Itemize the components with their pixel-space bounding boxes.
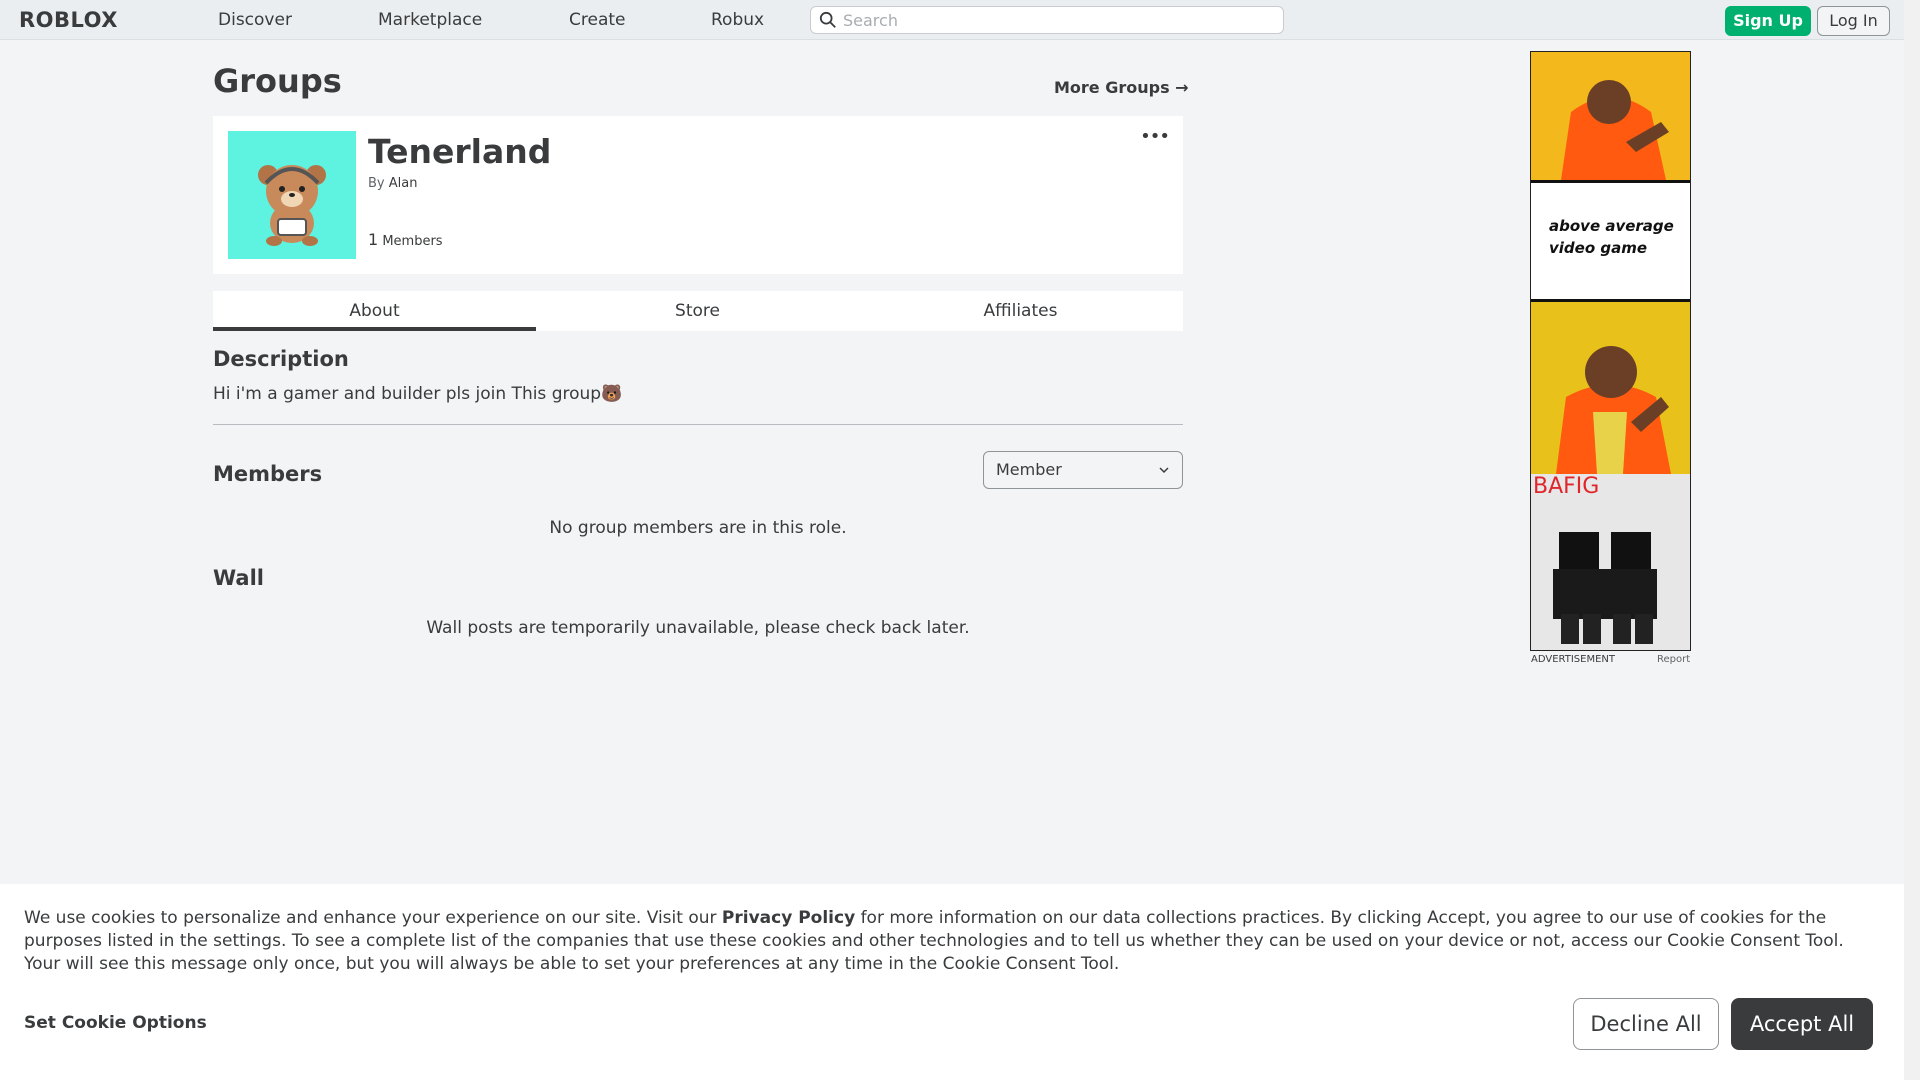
- ad-panel-text-1: above average video game: [1531, 180, 1690, 302]
- chevron-down-icon: [1159, 467, 1169, 474]
- report-ad-link[interactable]: Report: [1657, 654, 1690, 665]
- role-dropdown[interactable]: Member: [983, 451, 1183, 489]
- group-name: Tenerland: [368, 132, 552, 171]
- tab-store[interactable]: Store: [536, 291, 859, 331]
- section-divider: [213, 424, 1183, 425]
- no-members-message: No group members are in this role.: [549, 518, 847, 538]
- more-options-icon[interactable]: •••: [1140, 126, 1170, 147]
- search-icon: [819, 11, 836, 28]
- person-disapproving-image: [1531, 52, 1690, 180]
- cookie-message: We use cookies to personalize and enhanc…: [24, 907, 1884, 976]
- search-box[interactable]: [810, 6, 1284, 34]
- advertisement-label: ADVERTISEMENT: [1531, 654, 1616, 665]
- accept-all-button[interactable]: Accept All: [1731, 998, 1873, 1050]
- top-navigation-bar: ROBLOX Discover Marketplace Create Robux…: [0, 0, 1904, 40]
- tab-affiliates[interactable]: Affiliates: [859, 291, 1182, 331]
- person-approving-image: [1531, 302, 1690, 474]
- ad-panel-reject: [1531, 52, 1690, 180]
- avatars-image: [1553, 532, 1657, 644]
- group-emblem: [228, 131, 356, 259]
- ad-panel-approve: [1531, 302, 1690, 474]
- roblox-logo[interactable]: ROBLOX: [19, 8, 118, 32]
- ad-text: above average video game: [1549, 217, 1674, 257]
- bear-icon: [258, 165, 326, 246]
- advertisement-banner[interactable]: above average video game BAFIG: [1530, 51, 1691, 651]
- nav-link-create[interactable]: Create: [569, 10, 626, 30]
- cookie-text-start: We use cookies to personalize and enhanc…: [24, 908, 722, 928]
- ad-bafig-text: BAFIG: [1533, 474, 1600, 499]
- member-count-label: Members: [382, 234, 443, 249]
- page-title: Groups: [213, 62, 342, 100]
- nav-link-robux[interactable]: Robux: [711, 10, 764, 30]
- group-owner-line: By Alan: [368, 176, 417, 191]
- description-heading: Description: [213, 347, 349, 371]
- tab-about[interactable]: About: [213, 291, 536, 331]
- owner-link[interactable]: Alan: [389, 176, 418, 191]
- privacy-policy-link[interactable]: Privacy Policy: [722, 908, 855, 928]
- members-heading: Members: [213, 462, 323, 486]
- wall-unavailable-message: Wall posts are temporarily unavailable, …: [426, 618, 970, 638]
- page-scrollbar[interactable]: [1904, 0, 1920, 1080]
- more-groups-link[interactable]: More Groups →: [1054, 78, 1189, 97]
- group-description: Hi i'm a gamer and builder pls join This…: [213, 384, 623, 404]
- wall-heading: Wall: [213, 566, 264, 590]
- role-selected-value: Member: [996, 460, 1062, 479]
- set-cookie-options-link[interactable]: Set Cookie Options: [24, 1013, 207, 1033]
- log-in-button[interactable]: Log In: [1817, 6, 1890, 36]
- search-input[interactable]: [843, 9, 1273, 31]
- nav-link-marketplace[interactable]: Marketplace: [378, 10, 482, 30]
- ad-panel-game: BAFIG: [1531, 474, 1690, 650]
- by-label: By: [368, 176, 385, 191]
- member-count: 1 Members: [368, 230, 443, 249]
- member-count-number: 1: [368, 230, 379, 249]
- group-tabs: About Store Affiliates: [213, 291, 1183, 331]
- group-header-card: Tenerland By Alan 1 Members •••: [213, 116, 1183, 274]
- decline-all-button[interactable]: Decline All: [1573, 998, 1719, 1050]
- cookie-consent-banner: We use cookies to personalize and enhanc…: [0, 884, 1904, 1080]
- nav-link-discover[interactable]: Discover: [218, 10, 292, 30]
- sign-up-button[interactable]: Sign Up: [1725, 6, 1811, 36]
